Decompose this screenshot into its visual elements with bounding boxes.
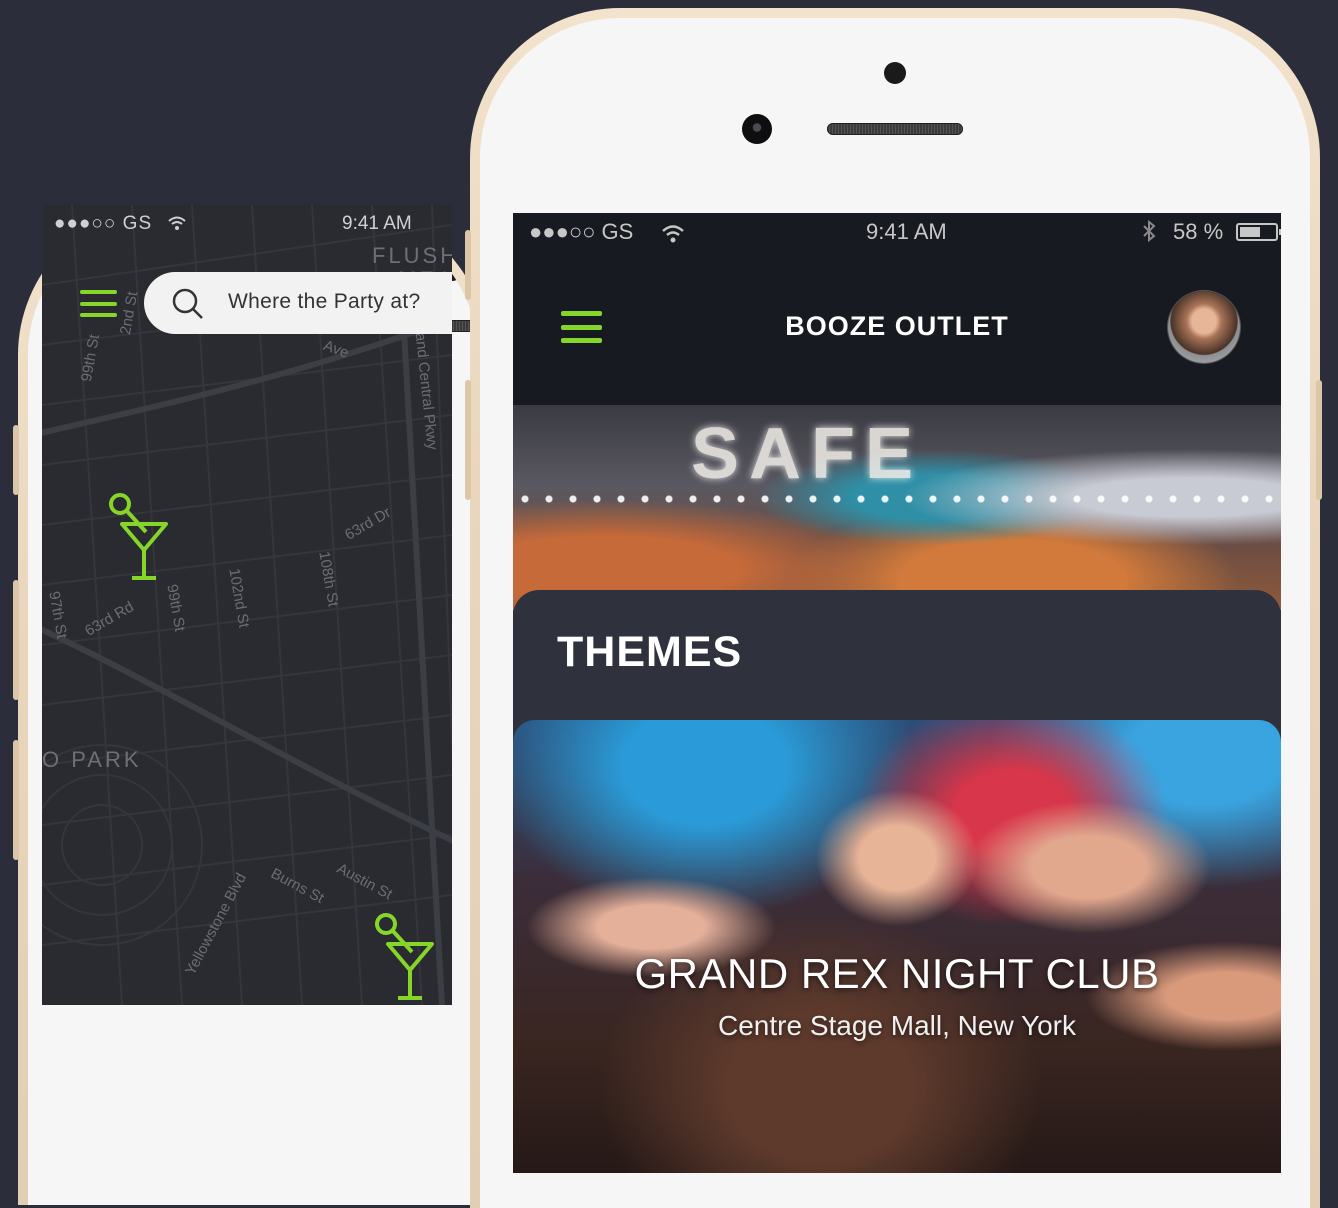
- battery-icon: [1236, 223, 1281, 241]
- app-title: BOOZE OUTLET: [785, 311, 1009, 341]
- district-label: FLUSH: [372, 243, 452, 268]
- hamburger-line: [80, 313, 117, 317]
- status-bar: ●●●○○ GS 9:41 AM 58 %: [529, 219, 1281, 247]
- section-title: THEMES: [557, 628, 743, 676]
- left-phone-side-button: [13, 580, 19, 700]
- right-phone-power-button: [1316, 380, 1322, 500]
- app-screen[interactable]: ●●●○○ GS 9:41 AM 58 % BOOZE OUTLET SAFE …: [513, 213, 1281, 1173]
- club-location: Centre Stage Mall, New York: [718, 1010, 1076, 1041]
- wifi-icon: [168, 216, 186, 230]
- earpiece-speaker: [827, 123, 963, 135]
- signal-carrier: ●●●○○ GS: [54, 213, 153, 234]
- status-bar: ●●●○○ GS 9:41 AM: [54, 213, 440, 234]
- bluetooth-icon: [1143, 219, 1156, 243]
- avatar[interactable]: [1168, 291, 1240, 363]
- martini-glass-icon[interactable]: [106, 490, 176, 585]
- battery-nub: [1279, 229, 1281, 235]
- front-sensor: [884, 62, 906, 84]
- map-screen[interactable]: ●●●○○ GS 9:41 AM FLUSH MEAD O PARK 99th …: [42, 205, 452, 1005]
- featured-club-card[interactable]: GRAND REX NIGHT CLUB Centre Stage Mall, …: [513, 720, 1281, 1173]
- wifi-icon: [662, 225, 684, 243]
- martini-glass-icon[interactable]: [372, 910, 442, 1005]
- left-phone-side-button: [13, 425, 19, 495]
- right-phone-side-button: [465, 380, 471, 500]
- hamburger-icon[interactable]: [80, 290, 117, 317]
- hero-banner-image[interactable]: SAFE: [513, 405, 1281, 610]
- banner-lights: [513, 493, 1281, 505]
- club-name: GRAND REX NIGHT CLUB: [634, 950, 1160, 997]
- signal-carrier: ●●●○○ GS: [529, 219, 634, 244]
- hamburger-line: [80, 301, 117, 306]
- status-time: 9:41 AM: [342, 213, 412, 234]
- right-phone-side-button: [465, 230, 471, 300]
- banner-sign-text: SAFE: [691, 414, 924, 494]
- hamburger-line: [80, 290, 117, 294]
- battery-percent: 58 %: [1173, 219, 1224, 244]
- search-placeholder: Where the Party at?: [228, 290, 421, 313]
- search-input[interactable]: Where the Party at?: [144, 272, 452, 334]
- front-camera: [742, 114, 772, 144]
- left-phone-side-button: [13, 740, 19, 860]
- app-header: ●●●○○ GS 9:41 AM 58 % BOOZE OUTLET: [513, 213, 1281, 405]
- district-label: O PARK: [42, 747, 142, 772]
- status-time: 9:41 AM: [866, 219, 947, 244]
- search-icon: [172, 288, 203, 319]
- battery-fill: [1240, 227, 1260, 237]
